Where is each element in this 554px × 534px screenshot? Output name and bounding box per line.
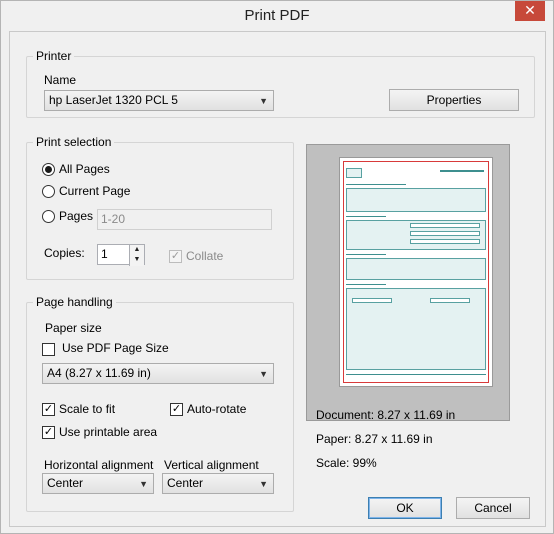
document-intro-box (346, 188, 486, 212)
dialog-body: Printer Name hp LaserJet 1320 PCL 5 ▼ Pr… (9, 31, 546, 527)
chevron-down-icon: ▼ (139, 479, 148, 489)
auto-rotate-checkbox[interactable]: ✓ (170, 403, 183, 416)
collate-label[interactable]: Collate (186, 249, 223, 263)
document-footer-line (346, 374, 486, 375)
vertical-alignment-value: Center (167, 476, 204, 490)
scale-to-fit-label[interactable]: Scale to fit (59, 402, 115, 416)
all-pages-label[interactable]: All Pages (59, 162, 110, 176)
scale-info: Scale: 99% (316, 456, 377, 470)
copies-label: Copies: (44, 246, 85, 260)
page-handling-group: Page handling Paper size Use PDF Page Si… (26, 295, 294, 512)
document-field (430, 298, 470, 303)
printer-select-value: hp LaserJet 1320 PCL 5 (49, 93, 178, 107)
chevron-down-icon: ▼ (259, 96, 268, 106)
preview-page (339, 157, 493, 387)
document-rule (346, 216, 386, 217)
vertical-alignment-select[interactable]: Center ▼ (162, 473, 274, 494)
document-field (410, 239, 480, 244)
paper-size-value: A4 (8.27 x 11.69 in) (47, 366, 151, 380)
paper-size-select[interactable]: A4 (8.27 x 11.69 in) ▼ (42, 363, 274, 384)
all-pages-radio[interactable] (42, 163, 55, 176)
pages-radio[interactable] (42, 210, 55, 223)
document-rule (346, 254, 386, 255)
use-printable-area-checkbox[interactable]: ✓ (42, 426, 55, 439)
window-title: Print PDF (244, 7, 310, 24)
current-page-label[interactable]: Current Page (59, 184, 130, 198)
ok-button[interactable]: OK (368, 497, 442, 519)
document-business-section (346, 258, 486, 280)
horizontal-alignment-label: Horizontal alignment (44, 458, 154, 472)
paper-size-info: Paper: 8.27 x 11.69 in (316, 432, 433, 446)
document-field (410, 223, 480, 228)
copies-spinner[interactable]: ▲ ▼ (129, 245, 144, 266)
print-selection-group-label: Print selection (33, 135, 115, 149)
horizontal-alignment-value: Center (47, 476, 84, 490)
document-rule (346, 284, 386, 285)
use-pdf-page-size-checkbox[interactable] (42, 343, 55, 356)
pages-label[interactable]: Pages (59, 209, 93, 223)
spin-up-icon[interactable]: ▲ (130, 245, 144, 255)
use-pdf-page-size-label[interactable]: Use PDF Page Size (62, 341, 169, 355)
document-field (352, 298, 392, 303)
document-logo (346, 168, 362, 178)
printer-name-label: Name (44, 73, 77, 87)
close-button[interactable]: ✕ (515, 1, 545, 21)
print-pdf-dialog: Print PDF ✕ Printer Name hp LaserJet 132… (0, 0, 554, 534)
scale-to-fit-checkbox[interactable]: ✓ (42, 403, 55, 416)
spin-down-icon[interactable]: ▼ (130, 255, 144, 265)
document-field (410, 231, 480, 236)
properties-button[interactable]: Properties (389, 89, 519, 111)
page-handling-group-label: Page handling (33, 295, 116, 309)
cancel-button[interactable]: Cancel (456, 497, 530, 519)
document-rule (346, 184, 406, 185)
current-page-radio[interactable] (42, 185, 55, 198)
printer-group: Printer Name hp LaserJet 1320 PCL 5 ▼ Pr… (26, 49, 535, 118)
paper-size-label: Paper size (45, 321, 102, 335)
auto-rotate-label[interactable]: Auto-rotate (187, 402, 246, 416)
document-heading-line (440, 170, 484, 172)
document-size-info: Document: 8.27 x 11.69 in (316, 408, 456, 422)
copies-input[interactable]: 1 ▲ ▼ (97, 244, 145, 266)
vertical-alignment-label: Vertical alignment (164, 458, 259, 472)
printer-select[interactable]: hp LaserJet 1320 PCL 5 ▼ (44, 90, 274, 111)
print-selection-group: Print selection All Pages Current Page P… (26, 135, 294, 280)
copies-value: 1 (101, 247, 108, 261)
use-printable-area-label[interactable]: Use printable area (59, 425, 157, 439)
horizontal-alignment-select[interactable]: Center ▼ (42, 473, 154, 494)
printer-group-label: Printer (33, 49, 75, 63)
chevron-down-icon: ▼ (259, 479, 268, 489)
collate-checkbox[interactable]: ✓ (169, 250, 182, 263)
chevron-down-icon: ▼ (259, 369, 268, 379)
page-preview (306, 144, 510, 421)
title-bar: Print PDF ✕ (1, 1, 553, 31)
pages-range-input[interactable]: 1-20 (97, 209, 272, 230)
